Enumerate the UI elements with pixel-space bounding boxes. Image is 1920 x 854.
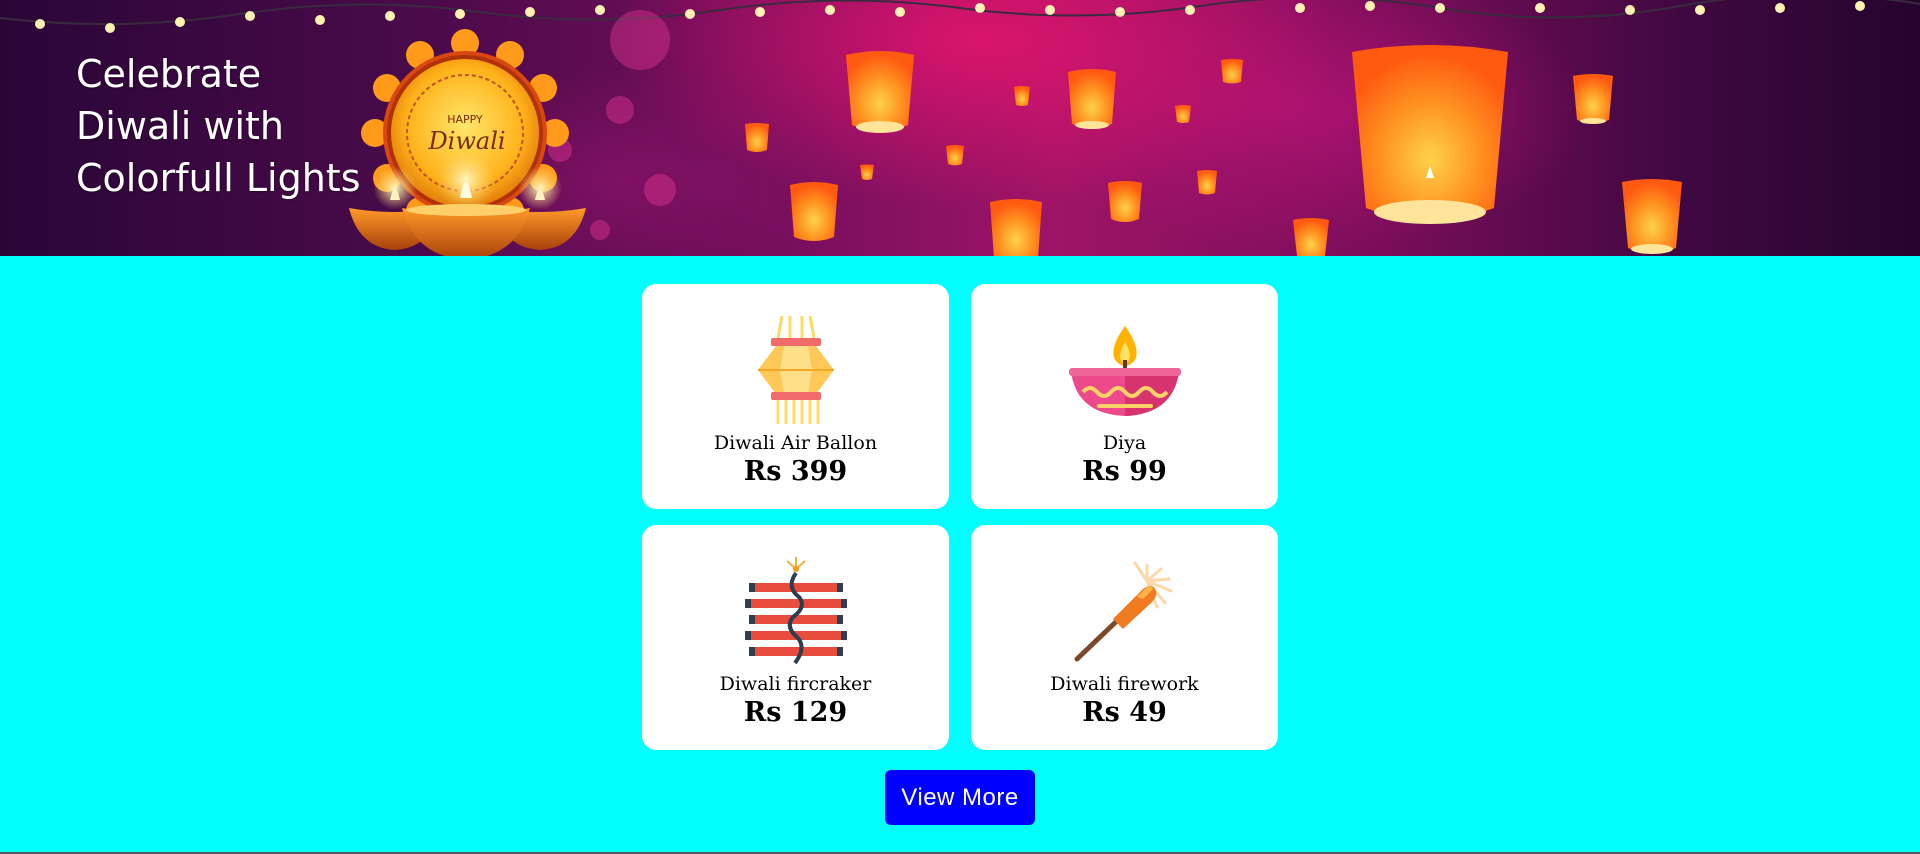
firecracker-bundle-icon [642, 553, 949, 667]
product-price: Rs 399 [743, 456, 848, 487]
product-grid: Diwali Air Ballon Rs 399 Diya Rs 99 Diwa… [642, 284, 1278, 750]
product-price: Rs 49 [1082, 697, 1167, 728]
product-card[interactable]: Diwali Air Ballon Rs 399 [642, 284, 949, 509]
product-card[interactable]: Diwali fircraker Rs 129 [642, 525, 949, 750]
string-lights [0, 0, 1920, 33]
bokeh-lights [548, 10, 676, 240]
sparkler-icon [971, 553, 1278, 667]
product-name: Diya [1102, 432, 1147, 454]
hero-banner: HAPPY Diwali Celebrate Diwali with Color… [0, 0, 1920, 256]
product-card[interactable]: Diwali firework Rs 49 [971, 525, 1278, 750]
diya-lamp-icon [971, 312, 1278, 426]
product-name: Diwali fircraker [719, 673, 872, 695]
product-price: Rs 129 [743, 697, 848, 728]
product-price: Rs 99 [1082, 456, 1167, 487]
view-more-button[interactable]: View More [885, 770, 1035, 825]
product-card[interactable]: Diya Rs 99 [971, 284, 1278, 509]
hero-title: Celebrate Diwali with Colorfull Lights [76, 52, 361, 200]
hanging-lantern-icon [642, 312, 949, 426]
product-name: Diwali firework [1050, 673, 1199, 695]
emblem-happy-text: HAPPY [447, 113, 483, 126]
sky-lanterns [745, 45, 1682, 256]
product-name: Diwali Air Ballon [713, 432, 878, 454]
